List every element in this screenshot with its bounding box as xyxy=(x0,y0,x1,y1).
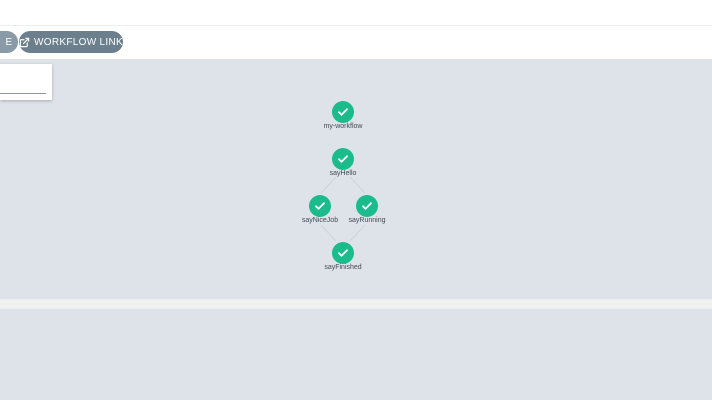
check-icon xyxy=(338,155,348,163)
node-label-sayfinished: sayFinished xyxy=(324,264,362,271)
node-sayrunning[interactable] xyxy=(356,195,378,217)
status-success-indicator xyxy=(332,242,354,264)
status-success-indicator xyxy=(332,101,354,123)
node-label-my-workflow: my-workflow xyxy=(323,123,363,130)
status-success-indicator xyxy=(356,195,378,217)
edge-saynicejob-sayfinished xyxy=(320,224,337,242)
external-link-icon xyxy=(19,37,30,48)
panel-divider xyxy=(0,299,712,309)
check-icon xyxy=(338,108,348,116)
partial-action-button[interactable]: E xyxy=(0,31,18,53)
partial-action-button-label: E xyxy=(5,36,13,48)
top-bar xyxy=(0,0,712,26)
node-label-sayhello: sayHello xyxy=(329,170,357,177)
check-icon xyxy=(315,202,325,210)
toolbar: E WORKFLOW LINK xyxy=(0,26,712,59)
edge-sayhello-sayrunning xyxy=(349,176,366,194)
check-icon xyxy=(338,249,348,257)
workflow-graph: my-workflow sayHello sayNiceJob sayRunni… xyxy=(0,59,712,299)
check-icon xyxy=(362,202,372,210)
node-sayhello[interactable] xyxy=(332,148,354,170)
edge-sayhello-saynicejob xyxy=(320,176,337,194)
node-saynicejob[interactable] xyxy=(309,195,331,217)
node-sayfinished[interactable] xyxy=(332,242,354,264)
edge-sayrunning-sayfinished xyxy=(349,224,366,242)
node-my-workflow[interactable] xyxy=(332,101,354,123)
node-label-saynicejob: sayNiceJob xyxy=(301,217,339,224)
graph-edges xyxy=(320,176,366,242)
node-label-sayrunning: sayRunning xyxy=(348,217,386,224)
workflow-link-button-label: WORKFLOW LINK xyxy=(34,36,123,48)
workflow-link-button[interactable]: WORKFLOW LINK xyxy=(19,31,123,53)
status-success-indicator xyxy=(332,148,354,170)
lower-panel xyxy=(0,309,712,400)
status-success-indicator xyxy=(309,195,331,217)
